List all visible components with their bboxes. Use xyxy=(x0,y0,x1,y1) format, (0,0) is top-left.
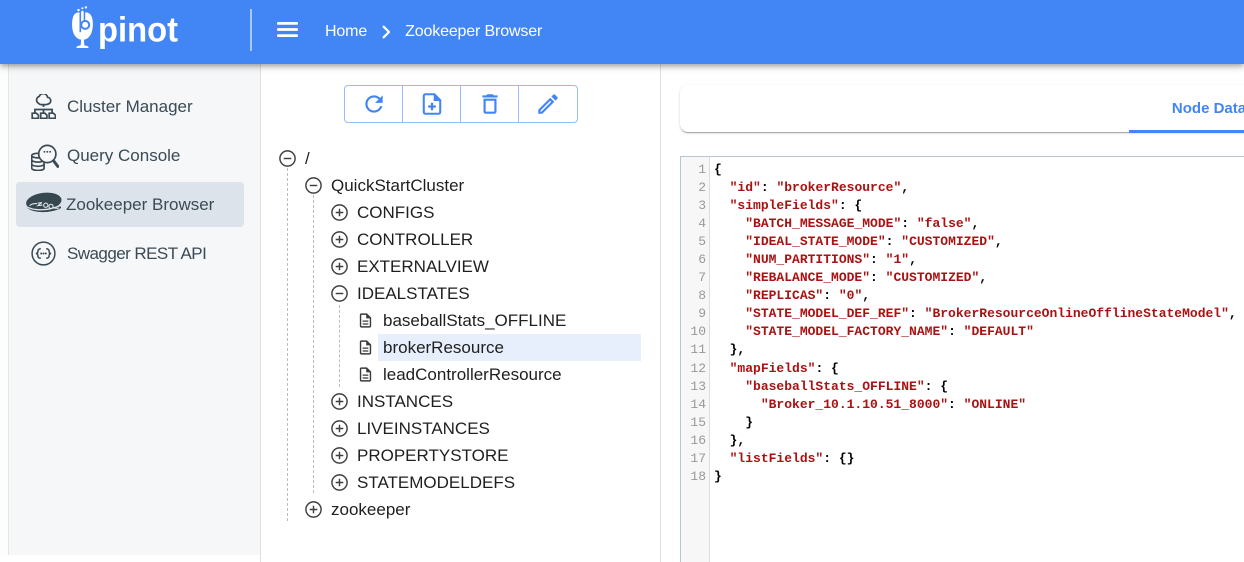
svg-text:pinot: pinot xyxy=(98,11,178,50)
